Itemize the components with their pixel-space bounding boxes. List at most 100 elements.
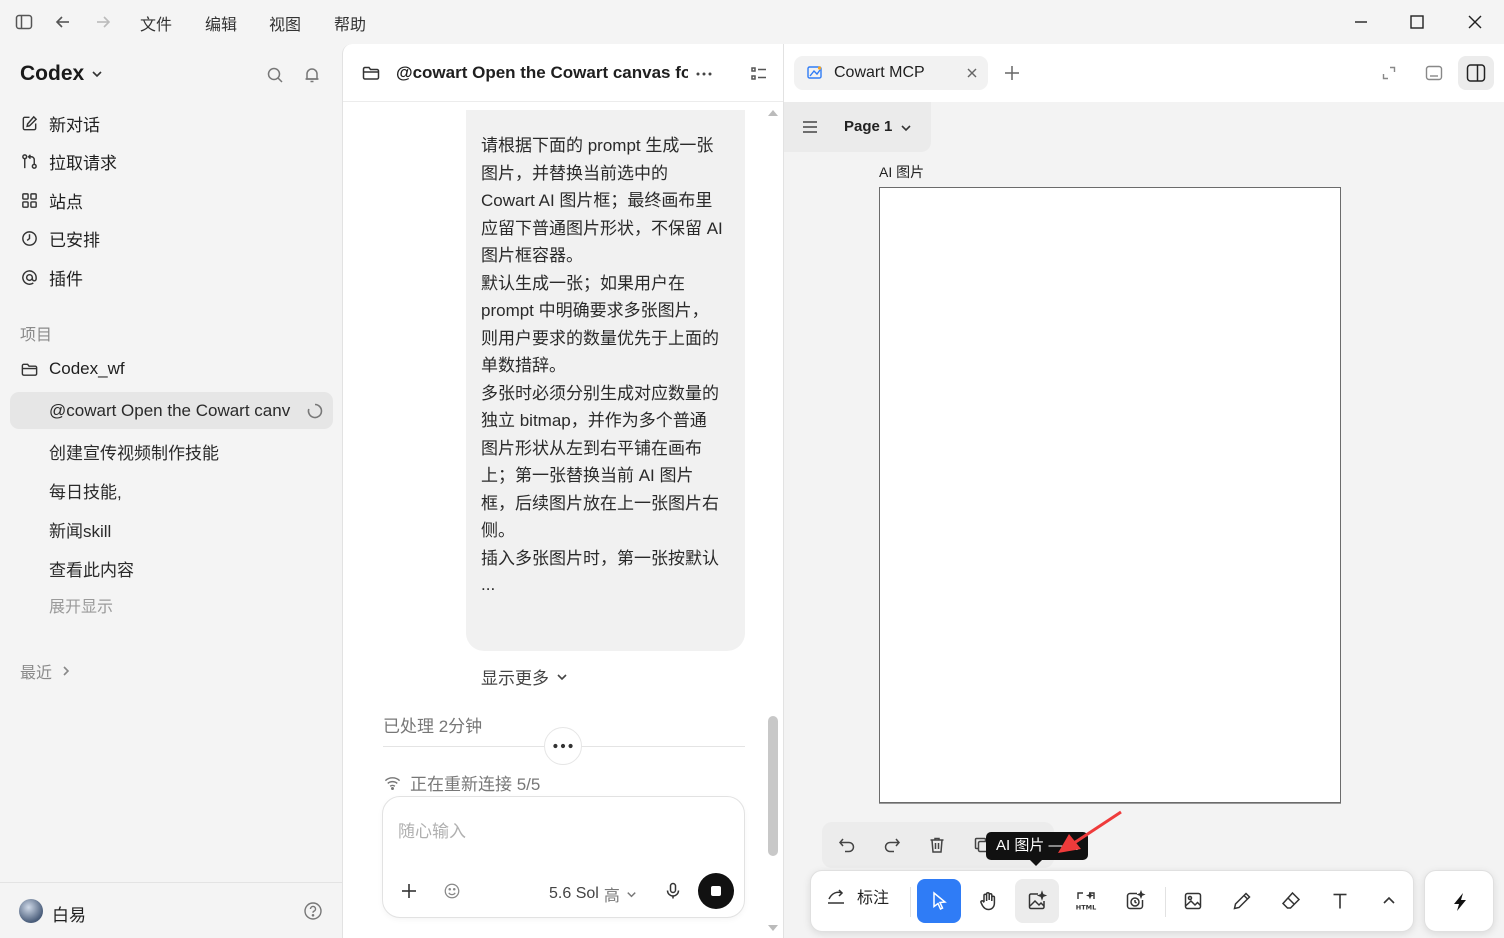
bottom-panel-icon[interactable] xyxy=(1424,64,1444,82)
nav-scheduled[interactable]: 已安排 xyxy=(20,226,100,251)
back-arrow-icon[interactable] xyxy=(53,12,73,32)
message-line: 则用户要求的数量优先于上面的 xyxy=(481,328,719,348)
show-more-link[interactable]: 展开显示 xyxy=(49,593,113,617)
close-icon[interactable] xyxy=(1465,12,1485,32)
avatar[interactable] xyxy=(19,899,43,923)
add-attachment-icon[interactable] xyxy=(399,881,419,901)
menu-edit[interactable]: 编辑 xyxy=(205,11,237,35)
chevron-up-icon xyxy=(1383,896,1395,904)
annotate-button[interactable]: 标注 xyxy=(825,884,889,908)
message-line: 默认生成一张；如果用户在 xyxy=(481,273,685,293)
nav-label: 拉取请求 xyxy=(49,154,117,173)
pen-tool[interactable] xyxy=(1220,879,1264,923)
help-icon[interactable] xyxy=(303,901,323,921)
menu-icon[interactable] xyxy=(801,118,819,136)
maximize-icon[interactable] xyxy=(1407,12,1427,32)
ai-html-tool[interactable]: HTML xyxy=(1064,879,1108,923)
pen-icon xyxy=(1233,892,1251,910)
message-line: 上；第一张替换当前 AI 图片 xyxy=(481,466,694,485)
menu-file[interactable]: 文件 xyxy=(140,11,172,35)
composer-input[interactable]: 随心输入 xyxy=(398,817,466,842)
recent-section[interactable]: 最近 xyxy=(20,659,72,683)
new-tab-icon[interactable] xyxy=(1002,63,1022,83)
nav-plugins[interactable]: 插件 xyxy=(20,265,83,290)
model-selector[interactable]: 5.6 Sol 高 xyxy=(549,882,638,906)
side-panel-toggle[interactable] xyxy=(1458,56,1494,90)
minimize-icon[interactable] xyxy=(1351,12,1371,32)
ellipsis-icon xyxy=(553,743,573,749)
hand-tool[interactable] xyxy=(966,879,1010,923)
thread-item[interactable]: 每日技能, xyxy=(49,478,122,503)
forward-arrow-icon[interactable] xyxy=(93,12,113,32)
expand-steps-button[interactable] xyxy=(544,727,582,765)
page-selector[interactable]: Page 1 xyxy=(784,102,931,152)
chat-panel: @cowart Open the Cowart canvas fo 请根据下面的… xyxy=(342,44,784,938)
chevron-right-icon xyxy=(63,666,70,676)
microphone-icon[interactable] xyxy=(663,881,683,901)
user-name[interactable]: 白易 xyxy=(52,901,86,926)
tab-close-icon[interactable] xyxy=(964,65,980,81)
redo-icon[interactable] xyxy=(882,835,902,855)
menu-view[interactable]: 视图 xyxy=(269,11,301,35)
nav-pull-requests[interactable]: 拉取请求 xyxy=(20,149,117,174)
nav-new-chat[interactable]: 新对话 xyxy=(20,111,100,136)
user-message-bubble: 请根据下面的 prompt 生成一张 图片，并替换当前选中的 Cowart AI 图… xyxy=(466,110,745,688)
show-more-label: 显示更多 xyxy=(481,669,549,688)
nav-sites[interactable]: 站点 xyxy=(20,188,83,213)
cowart-logo-icon xyxy=(806,64,824,82)
ai-assistant-button[interactable] xyxy=(1424,870,1494,932)
thread-item[interactable]: 新闻skill xyxy=(49,517,111,542)
edit-icon xyxy=(22,115,38,131)
text-tool[interactable] xyxy=(1318,879,1362,923)
annotate-icon xyxy=(828,889,844,904)
pull-request-icon xyxy=(22,154,37,169)
clock-icon xyxy=(22,231,37,246)
fullscreen-icon[interactable] xyxy=(1380,64,1398,82)
divider xyxy=(1165,887,1166,917)
more-tools-button[interactable] xyxy=(1367,879,1411,923)
search-icon[interactable] xyxy=(265,65,285,85)
ai-image-tool[interactable] xyxy=(1015,879,1059,923)
ai-video-tool[interactable] xyxy=(1113,879,1157,923)
divider xyxy=(910,887,911,917)
select-tool[interactable] xyxy=(917,879,961,923)
page-name: Page 1 xyxy=(844,118,893,135)
processed-status[interactable]: 已处理 2分钟 xyxy=(383,712,482,737)
canvas[interactable]: Page 1 AI 图片 AI 图片 — A 标注 HTML xyxy=(784,102,1504,938)
chevron-down-icon xyxy=(92,71,102,78)
nav-label: 新对话 xyxy=(49,116,100,135)
image-tool[interactable] xyxy=(1171,879,1215,923)
bell-icon[interactable] xyxy=(302,65,322,85)
thread-item[interactable]: 查看此内容 xyxy=(49,556,134,581)
outline-list-icon[interactable] xyxy=(749,64,769,84)
thread-item[interactable]: 创建宣传视频制作技能 xyxy=(49,439,219,464)
delete-icon[interactable] xyxy=(927,835,947,855)
scrollbar-thumb[interactable] xyxy=(768,716,778,856)
scroll-down-icon[interactable] xyxy=(767,923,779,933)
thread-item-active[interactable]: @cowart Open the Cowart canv xyxy=(49,401,294,421)
tab-bar: Cowart MCP xyxy=(784,44,1504,102)
message-line: 请根据下面的 prompt 生成一张 xyxy=(481,136,714,155)
emoji-icon[interactable] xyxy=(443,882,461,900)
user-row: 白易 xyxy=(0,882,342,938)
sidebar-toggle-icon[interactable] xyxy=(14,12,34,32)
scroll-up-icon[interactable] xyxy=(767,108,779,118)
message-line: Cowart AI 图片框；最终画布里 xyxy=(481,191,713,210)
project-folder[interactable]: Codex_wf xyxy=(20,359,125,379)
folder-icon xyxy=(21,363,38,376)
stop-button[interactable] xyxy=(698,873,734,909)
workspace-switcher[interactable]: Codex xyxy=(20,62,104,86)
ai-image-frame[interactable] xyxy=(879,187,1341,803)
message-text: 请根据下面的 prompt 生成一张 图片，并替换当前选中的 Cowart AI 图… xyxy=(481,132,736,594)
message-line: 侧。 xyxy=(481,521,515,540)
eraser-tool[interactable] xyxy=(1269,879,1313,923)
stop-icon xyxy=(711,886,721,896)
chevron-down-icon xyxy=(557,673,567,680)
more-options-icon[interactable] xyxy=(694,64,714,84)
show-more-button[interactable]: 显示更多 xyxy=(481,664,569,689)
frame-label: AI 图片 xyxy=(879,164,925,180)
undo-icon[interactable] xyxy=(837,835,857,855)
tab-cowart-mcp[interactable]: Cowart MCP xyxy=(794,56,988,90)
chevron-down-icon xyxy=(627,891,636,897)
menu-help[interactable]: 帮助 xyxy=(334,11,366,35)
